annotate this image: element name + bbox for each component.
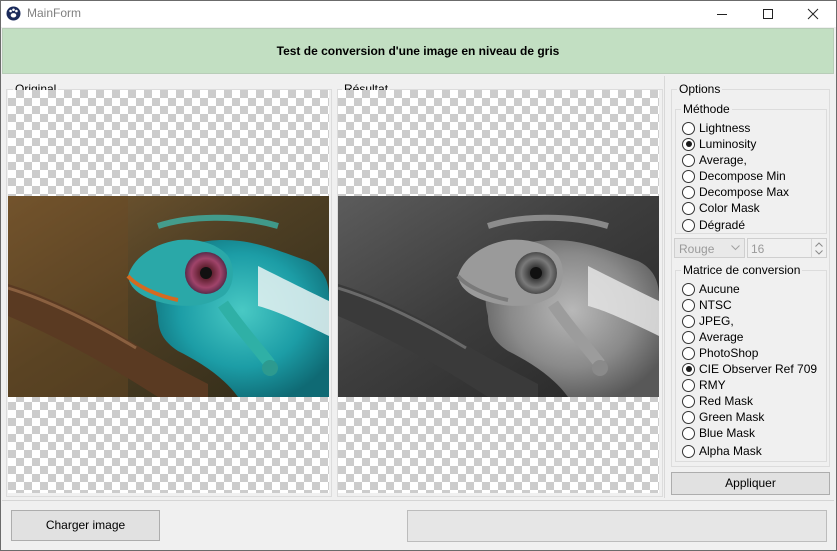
radio-red-mask[interactable]: Red Mask <box>682 393 753 409</box>
radio-aucune[interactable]: Aucune <box>682 281 740 297</box>
radio-button[interactable] <box>682 298 695 312</box>
radio-button[interactable] <box>682 314 695 328</box>
radio-label: Color Mask <box>699 201 760 215</box>
header-banner: Test de conversion d'une image en niveau… <box>2 28 834 74</box>
radio-label: Average, <box>699 153 747 167</box>
radio-label: Decompose Min <box>699 169 786 183</box>
channel-select[interactable]: Rouge <box>674 238 745 258</box>
radio-label: JPEG, <box>699 314 734 328</box>
original-image <box>8 196 329 397</box>
radio-button[interactable] <box>682 426 695 440</box>
radio-button[interactable] <box>682 137 695 151</box>
header-title: Test de conversion d'une image en niveau… <box>276 44 560 58</box>
radio-average-matrix[interactable]: Average <box>682 329 743 345</box>
result-image <box>338 196 659 397</box>
radio-label: Lightness <box>699 121 751 135</box>
minimize-icon <box>717 14 727 15</box>
radio-label: Average <box>699 330 744 344</box>
title-bar[interactable]: MainForm <box>1 1 836 27</box>
radio-label: CIE Observer Ref 709 <box>699 362 818 376</box>
apply-button[interactable]: Appliquer <box>671 472 830 495</box>
radio-green-mask[interactable]: Green Mask <box>682 409 764 425</box>
radio-button[interactable] <box>682 330 695 344</box>
chevron-down-icon <box>731 245 740 251</box>
radio-button[interactable] <box>682 410 695 424</box>
radio-rmy[interactable]: RMY <box>682 377 726 393</box>
radio-photoshop[interactable]: PhotoShop <box>682 345 758 361</box>
radio-button[interactable] <box>682 185 695 199</box>
levels-spinner[interactable]: 16 <box>747 238 827 258</box>
radio-button[interactable] <box>682 169 695 183</box>
radio-ntsc[interactable]: NTSC <box>682 297 732 313</box>
levels-spinner-value: 16 <box>751 242 765 256</box>
channel-select-value: Rouge <box>679 242 715 256</box>
radio-button[interactable] <box>682 444 695 458</box>
radio-label: Green Mask <box>699 410 765 424</box>
close-icon <box>807 8 819 20</box>
radio-decompose-min[interactable]: Decompose Min <box>682 168 786 184</box>
radio-label: Aucune <box>699 282 740 296</box>
method-label: Méthode <box>681 102 732 116</box>
radio-blue-mask[interactable]: Blue Mask <box>682 425 755 441</box>
load-image-button[interactable]: Charger image <box>11 510 160 541</box>
spin-down-icon[interactable] <box>815 250 823 255</box>
matrix-label: Matrice de conversion <box>681 263 803 277</box>
radio-alpha-mask[interactable]: Alpha Mask <box>682 443 762 459</box>
radio-degrade[interactable]: Dégradé <box>682 217 745 233</box>
close-button[interactable] <box>790 1 836 27</box>
paw-icon <box>6 6 21 21</box>
radio-button[interactable] <box>682 394 695 408</box>
radio-label: NTSC <box>699 298 732 312</box>
radio-label: Alpha Mask <box>699 444 762 458</box>
radio-button[interactable] <box>682 362 695 376</box>
radio-label: Dégradé <box>699 218 746 232</box>
radio-label: Decompose Max <box>699 185 790 199</box>
radio-button[interactable] <box>682 121 695 135</box>
radio-luminosity[interactable]: Luminosity <box>682 136 756 152</box>
minimize-button[interactable] <box>699 1 745 27</box>
result-image-panel <box>338 90 659 493</box>
radio-label: Blue Mask <box>699 426 756 440</box>
radio-jpeg[interactable]: JPEG, <box>682 313 734 329</box>
matrix-radio-list: Aucune NTSC JPEG, Average PhotoShop CIE … <box>671 281 830 461</box>
radio-cie-709[interactable]: CIE Observer Ref 709 <box>682 361 817 377</box>
radio-decompose-max[interactable]: Decompose Max <box>682 184 789 200</box>
maximize-button[interactable] <box>745 1 791 27</box>
progress-bar <box>407 510 827 542</box>
radio-lightness[interactable]: Lightness <box>682 120 750 136</box>
radio-label: RMY <box>699 378 726 392</box>
spin-up-icon[interactable] <box>815 242 823 247</box>
radio-label: Luminosity <box>699 137 757 151</box>
original-image-panel <box>8 90 329 493</box>
radio-button[interactable] <box>682 282 695 296</box>
radio-average[interactable]: Average, <box>682 152 747 168</box>
radio-button[interactable] <box>682 153 695 167</box>
main-window: MainForm Test de conversion d'une image … <box>0 0 837 551</box>
radio-button[interactable] <box>682 346 695 360</box>
spinner-buttons[interactable] <box>811 239 826 257</box>
radio-label: Red Mask <box>699 394 754 408</box>
panel-separator <box>664 76 665 498</box>
radio-button[interactable] <box>682 218 695 232</box>
radio-color-mask[interactable]: Color Mask <box>682 200 760 216</box>
window-title: MainForm <box>27 6 82 20</box>
options-label: Options <box>677 82 723 96</box>
radio-button[interactable] <box>682 378 695 392</box>
maximize-icon <box>763 9 773 19</box>
radio-button[interactable] <box>682 201 695 215</box>
radio-label: PhotoShop <box>699 346 759 360</box>
method-radio-list: Lightness Luminosity Average, Decompose … <box>671 120 830 232</box>
